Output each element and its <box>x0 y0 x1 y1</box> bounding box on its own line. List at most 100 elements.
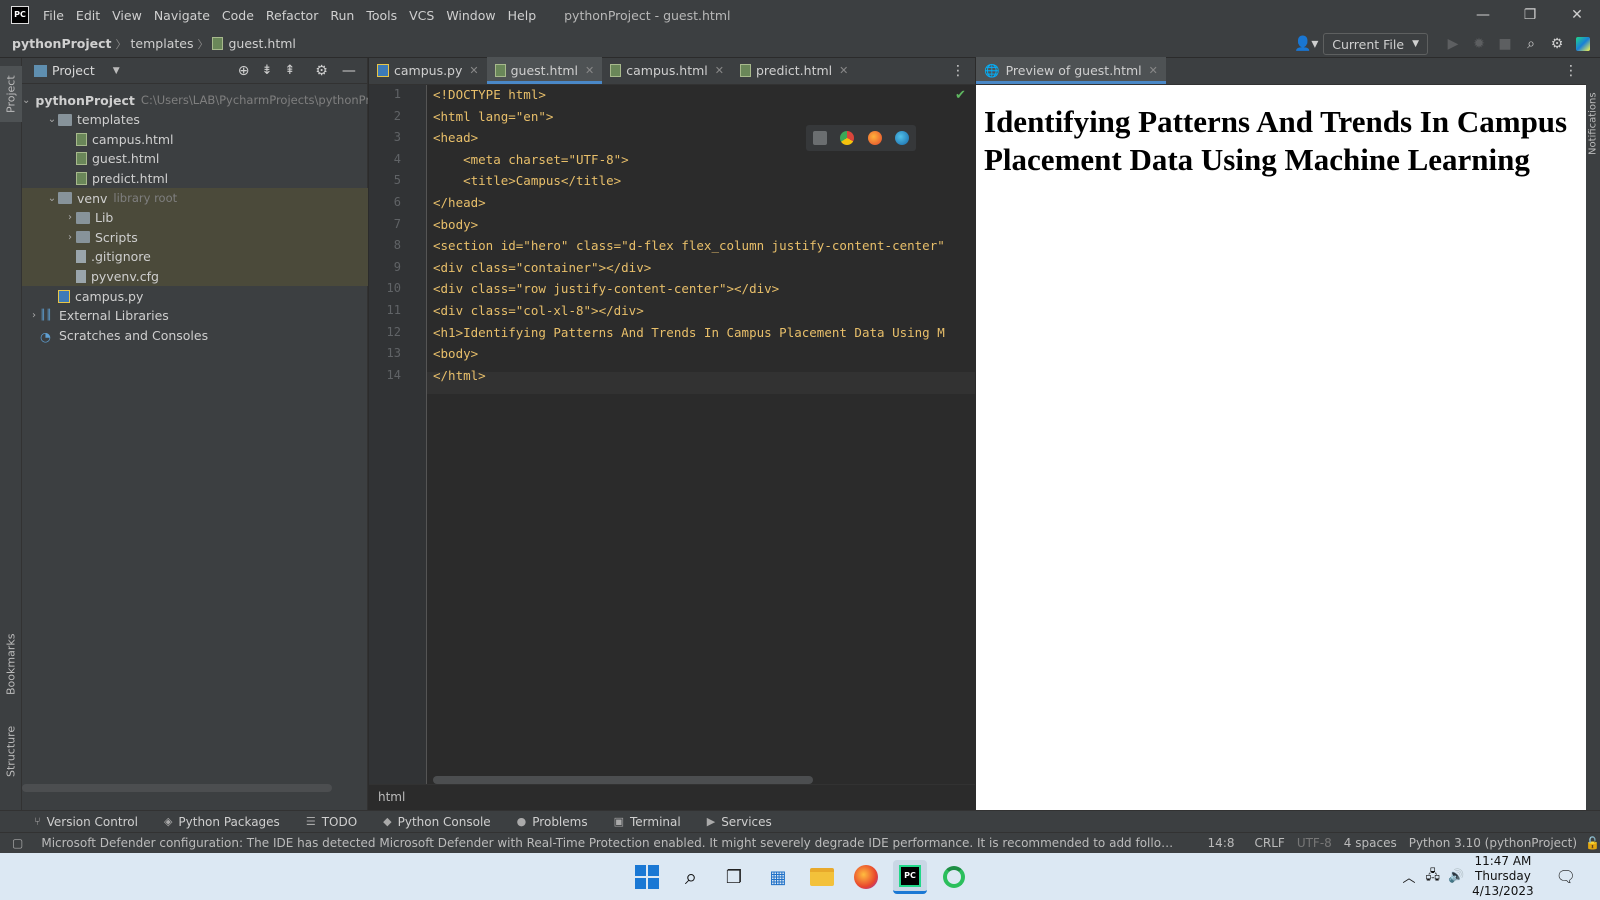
services-tool-tab[interactable]: ▶ Services <box>707 815 772 829</box>
chevron-down-icon[interactable]: ⌄ <box>46 193 58 204</box>
firefox-taskbar-icon[interactable] <box>849 860 883 894</box>
tree-item[interactable]: › Lib <box>22 207 368 228</box>
pycharm-browser-icon[interactable] <box>812 131 827 145</box>
tree-item[interactable]: pyvenv.cfg <box>22 266 368 287</box>
project-tool-tab[interactable]: Project <box>0 66 22 122</box>
chevron-down-icon[interactable]: ▼ <box>113 66 120 76</box>
code-line[interactable]: <title>Campus</title> <box>433 173 621 188</box>
version-control-tool-tab[interactable]: ⑂ Version Control <box>34 815 138 829</box>
close-icon[interactable]: ✕ <box>1149 64 1158 77</box>
breadcrumb-project[interactable]: pythonProject <box>12 36 112 51</box>
tab-guest-html[interactable]: guest.html ✕ <box>486 57 603 84</box>
indent-setting[interactable]: 4 spaces <box>1344 836 1397 850</box>
project-panel-title[interactable]: Project <box>52 63 95 78</box>
code-line[interactable]: <html lang="en"> <box>433 109 553 124</box>
edge-icon[interactable] <box>895 131 910 145</box>
problems-tool-tab[interactable]: ● Problems <box>517 815 588 829</box>
close-icon[interactable]: ✕ <box>469 64 478 77</box>
chevron-right-icon[interactable]: › <box>64 232 76 243</box>
caret-position[interactable]: 14:8 <box>1208 836 1235 850</box>
menu-view[interactable]: View <box>112 8 142 23</box>
menu-vcs[interactable]: VCS <box>409 8 434 23</box>
file-encoding[interactable]: UTF-8 <box>1297 836 1332 850</box>
menu-run[interactable]: Run <box>330 8 354 23</box>
close-icon[interactable]: ✕ <box>839 64 848 77</box>
minimize-button[interactable]: — <box>1460 0 1506 30</box>
close-button[interactable]: ✕ <box>1554 0 1600 30</box>
chevron-right-icon[interactable]: › <box>64 212 76 223</box>
chevron-down-icon[interactable]: ⌄ <box>46 114 58 125</box>
code-line[interactable]: <section id="hero" class="d-flex flex_co… <box>433 238 945 253</box>
menu-edit[interactable]: Edit <box>76 8 100 23</box>
tree-item[interactable]: guest.html <box>22 149 368 169</box>
editor-breadcrumb[interactable]: html <box>369 784 975 810</box>
menu-tools[interactable]: Tools <box>366 8 397 23</box>
chevron-right-icon[interactable]: › <box>28 310 40 321</box>
python-console-tool-tab[interactable]: ◆ Python Console <box>383 815 491 829</box>
code-line[interactable]: <head> <box>433 130 478 145</box>
notifications-tool-tab[interactable]: Notifications <box>1586 74 1600 174</box>
tab-predict-html[interactable]: predict.html ✕ <box>732 57 856 84</box>
terminal-tool-tab[interactable]: ▣ Terminal <box>614 815 681 829</box>
tree-item[interactable]: predict.html <box>22 168 368 188</box>
task-view-icon[interactable]: ❐ <box>717 860 751 894</box>
todo-tool-tab[interactable]: ☰ TODO <box>306 815 357 829</box>
notification-center-icon[interactable]: 🗨 <box>1556 867 1576 886</box>
code-line[interactable]: <div class="col-xl-8"></div> <box>433 303 644 318</box>
line-separator[interactable]: CRLF <box>1255 836 1285 850</box>
app-taskbar-icon[interactable] <box>937 860 971 894</box>
stop-icon[interactable]: ■ <box>1492 30 1518 58</box>
tab-campus-py[interactable]: campus.py ✕ <box>369 57 487 84</box>
tree-item[interactable]: campus.py <box>22 286 368 306</box>
chrome-icon[interactable] <box>840 131 855 145</box>
menu-code[interactable]: Code <box>222 8 254 23</box>
menu-help[interactable]: Help <box>508 8 537 23</box>
collapse-all-icon[interactable]: ⇞ <box>284 63 295 78</box>
editor-horizontal-scrollbar[interactable] <box>433 776 813 784</box>
status-message[interactable]: Microsoft Defender configuration: The ID… <box>41 836 1175 850</box>
chevron-up-icon[interactable]: ︿ <box>1402 867 1415 886</box>
firefox-icon[interactable] <box>867 131 882 145</box>
tree-item[interactable]: campus.html <box>22 129 368 149</box>
code-editor[interactable]: 1 2 3 4 5 6 7 8 9 10 11 12 13 14 <!DOCTYPE html> <html… <box>369 85 975 784</box>
search-icon[interactable]: ⌕ <box>1518 30 1544 58</box>
code-line[interactable]: <body> <box>433 217 478 232</box>
debug-icon[interactable]: ✹ <box>1466 30 1492 58</box>
file-explorer-icon[interactable] <box>805 860 839 894</box>
code-line[interactable]: <div class="row justify-content-center">… <box>433 281 779 296</box>
tree-item[interactable]: › ║║ External Libraries <box>22 306 368 326</box>
menu-navigate[interactable]: Navigate <box>154 8 210 23</box>
gear-icon[interactable]: ⚙ <box>315 63 328 79</box>
no-problems-check-icon[interactable]: ✔ <box>955 88 966 103</box>
python-interpreter[interactable]: Python 3.10 (pythonProject) <box>1409 836 1577 850</box>
network-icon[interactable]: 🖧 <box>1425 866 1440 888</box>
code-line[interactable]: <div class="container"></div> <box>433 260 651 275</box>
code-line[interactable]: <body> <box>433 346 478 361</box>
bookmarks-tool-tab[interactable]: Bookmarks <box>0 624 22 704</box>
gear-icon[interactable]: ⚙ <box>1544 30 1570 58</box>
chevron-down-icon[interactable]: ⌄ <box>22 95 30 106</box>
menu-file[interactable]: File <box>43 8 64 23</box>
code-line[interactable]: <h1>Identifying Patterns And Trends In C… <box>433 325 945 340</box>
account-icon[interactable]: 👤▾ <box>1289 30 1323 58</box>
code-line[interactable]: <!DOCTYPE html> <box>433 87 546 102</box>
toggle-tool-windows-icon[interactable]: ▢ <box>12 836 23 850</box>
expand-all-icon[interactable]: ⇟ <box>261 63 272 78</box>
jetbrains-ai-icon[interactable] <box>1570 30 1596 58</box>
restore-button[interactable]: ❐ <box>1507 0 1553 30</box>
structure-tool-tab[interactable]: Structure <box>0 718 22 784</box>
tab-preview-guest-html[interactable]: 🌐 Preview of guest.html ✕ <box>976 57 1166 84</box>
breadcrumb-templates[interactable]: templates <box>131 36 194 51</box>
hide-panel-icon[interactable]: — <box>342 63 356 79</box>
python-packages-tool-tab[interactable]: ◈ Python Packages <box>164 815 280 829</box>
tree-item[interactable]: ⌄ venv library root <box>22 188 368 208</box>
code-line[interactable]: <meta charset="UTF-8"> <box>433 152 629 167</box>
tree-item[interactable]: ⌄ pythonProject C:\Users\LAB\PycharmProjec… <box>22 90 368 110</box>
lock-icon[interactable]: 🔓 <box>1585 836 1600 850</box>
tab-campus-html[interactable]: campus.html ✕ <box>602 57 732 84</box>
pycharm-taskbar-icon[interactable]: PC <box>893 860 927 894</box>
close-icon[interactable]: ✕ <box>715 64 724 77</box>
tree-item[interactable]: ◔ Scratches and Consoles <box>22 325 368 345</box>
code-line[interactable]: </html> <box>433 368 486 383</box>
tree-item[interactable]: ⌄ templates <box>22 110 368 130</box>
